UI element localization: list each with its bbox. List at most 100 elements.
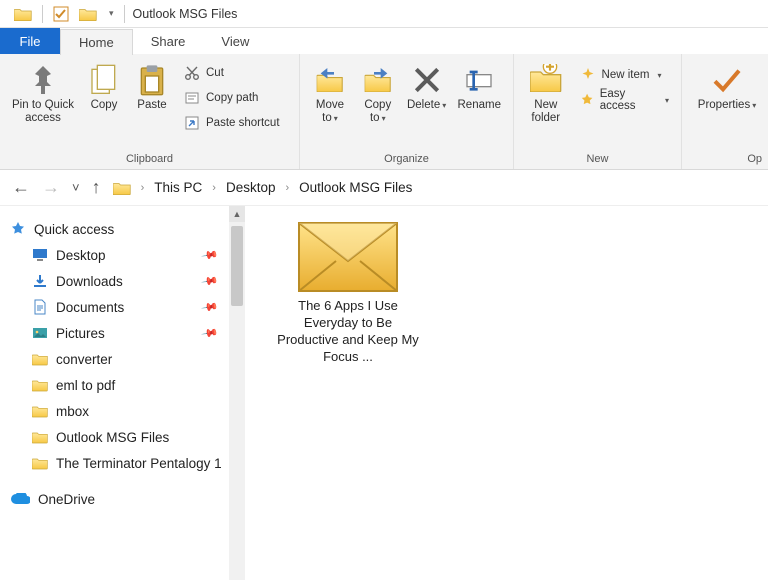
nav-item-folder[interactable]: mbox (10, 398, 245, 424)
chevron-down-icon: ▾ (380, 114, 386, 123)
folder-icon (32, 455, 48, 471)
window-title: Outlook MSG Files (125, 7, 238, 21)
breadcrumb-part[interactable]: Desktop (226, 180, 276, 195)
separator (42, 5, 43, 23)
pin-icon: 📌 (201, 298, 220, 317)
address-bar-row: ← → ˅ ↑ › This PC › Desktop › Outlook MS… (0, 170, 768, 206)
document-icon (32, 299, 48, 315)
new-folder-qat-icon[interactable] (79, 7, 97, 21)
forward-button[interactable]: → (42, 177, 60, 198)
properties-qat-icon[interactable] (53, 6, 69, 22)
pin-icon: 📌 (201, 272, 220, 291)
quick-access-icon (10, 221, 26, 237)
nav-item-documents[interactable]: Documents📌 (10, 294, 245, 320)
navigation-pane: ▲ Quick access Desktop📌 Downloads📌 Docum… (0, 206, 245, 580)
pin-to-quick-access-button[interactable]: Pin to Quick access (8, 60, 78, 125)
breadcrumb-part[interactable]: This PC (154, 180, 202, 195)
move-to-icon (314, 64, 346, 96)
chevron-right-icon[interactable]: › (137, 182, 149, 194)
rename-button[interactable]: Rename (453, 60, 505, 112)
move-to-button[interactable]: Move to▾ (308, 60, 352, 125)
main-area: ▲ Quick access Desktop📌 Downloads📌 Docum… (0, 206, 768, 580)
ribbon-group-new: New folder New item▾ Easy access▾ New (514, 54, 682, 169)
tab-home[interactable]: Home (60, 29, 133, 55)
up-button[interactable]: ↑ (92, 177, 101, 198)
new-folder-button[interactable]: New folder (522, 60, 570, 125)
group-label-clipboard: Clipboard (0, 151, 299, 169)
file-item[interactable]: The 6 Apps I Use Everyday to Be Producti… (273, 222, 423, 366)
file-item-label: The 6 Apps I Use Everyday to Be Producti… (273, 298, 423, 366)
nav-item-folder[interactable]: Outlook MSG Files (10, 424, 245, 450)
folder-icon (32, 403, 48, 419)
quick-access-header[interactable]: Quick access (10, 216, 245, 242)
group-label-organize: Organize (300, 151, 513, 169)
ribbon-group-organize: Move to▾ Copy to▾ Delete▾ Rename Organiz… (300, 54, 514, 169)
folder-icon (14, 7, 32, 21)
delete-icon (411, 64, 443, 96)
image-icon (32, 325, 48, 341)
nav-item-downloads[interactable]: Downloads📌 (10, 268, 245, 294)
ribbon-group-open: Properties▾ Op (682, 54, 768, 169)
nav-item-pictures[interactable]: Pictures📌 (10, 320, 245, 346)
copy-to-icon (362, 64, 394, 96)
chevron-down-icon: ▾ (750, 101, 756, 110)
delete-button[interactable]: Delete▾ (404, 60, 450, 112)
nav-item-folder[interactable]: The Terminator Pentalogy 1 (10, 450, 245, 476)
folder-icon (113, 181, 131, 195)
breadcrumb-part[interactable]: Outlook MSG Files (299, 180, 412, 195)
chevron-down-icon: ▾ (332, 114, 338, 123)
properties-button[interactable]: Properties▾ (694, 60, 760, 112)
quick-access-toolbar: ▾ (0, 5, 125, 23)
back-button[interactable]: ← (12, 177, 30, 198)
new-item-button[interactable]: New item▾ (576, 64, 673, 86)
titlebar: ▾ Outlook MSG Files (0, 0, 768, 28)
rename-icon (463, 64, 495, 96)
paste-icon (136, 64, 168, 96)
nav-item-desktop[interactable]: Desktop📌 (10, 242, 245, 268)
scroll-thumb[interactable] (231, 226, 243, 306)
scissors-icon (184, 65, 200, 81)
desktop-icon (32, 247, 48, 263)
ribbon-tab-row: File Home Share View (0, 28, 768, 54)
copy-button[interactable]: Copy (82, 60, 126, 112)
scrollbar[interactable]: ▲ (229, 206, 245, 580)
scroll-up-button[interactable]: ▲ (229, 206, 245, 222)
nav-item-folder[interactable]: converter (10, 346, 245, 372)
tab-share[interactable]: Share (133, 28, 204, 54)
onedrive-header[interactable]: OneDrive (10, 486, 245, 512)
cut-button[interactable]: Cut (180, 62, 284, 84)
paste-shortcut-icon (184, 115, 200, 131)
chevron-down-icon: ▾ (655, 71, 661, 80)
recent-locations-button[interactable]: ˅ (72, 180, 80, 195)
file-list[interactable]: The 6 Apps I Use Everyday to Be Producti… (245, 206, 768, 580)
group-label-open: Op (682, 151, 768, 169)
pin-icon (27, 64, 59, 96)
new-folder-icon (530, 64, 562, 96)
envelope-icon (298, 222, 398, 292)
chevron-right-icon[interactable]: › (281, 182, 293, 194)
download-icon (32, 273, 48, 289)
paste-button[interactable]: Paste (130, 60, 174, 112)
folder-icon (32, 429, 48, 445)
chevron-right-icon[interactable]: › (208, 182, 220, 194)
tab-view[interactable]: View (203, 28, 267, 54)
pin-icon: 📌 (201, 246, 220, 265)
group-label-new: New (514, 151, 681, 169)
chevron-down-icon: ▾ (440, 101, 446, 110)
paste-shortcut-button[interactable]: Paste shortcut (180, 112, 284, 134)
properties-icon (711, 64, 743, 96)
copy-icon (88, 64, 120, 96)
qat-customize-icon[interactable]: ▾ (107, 8, 114, 19)
easy-access-button[interactable]: Easy access▾ (576, 89, 673, 111)
copy-to-button[interactable]: Copy to▾ (356, 60, 400, 125)
file-tab[interactable]: File (0, 28, 60, 54)
pin-icon: 📌 (201, 324, 220, 343)
breadcrumb[interactable]: › This PC › Desktop › Outlook MSG Files (113, 180, 413, 195)
new-item-icon (580, 67, 596, 83)
copy-path-button[interactable]: Copy path (180, 87, 284, 109)
nav-item-folder[interactable]: eml to pdf (10, 372, 245, 398)
easy-access-icon (580, 92, 594, 108)
cloud-icon (10, 493, 30, 505)
ribbon-group-clipboard: Pin to Quick access Copy Paste Cut Copy … (0, 54, 300, 169)
ribbon: Pin to Quick access Copy Paste Cut Copy … (0, 54, 768, 170)
